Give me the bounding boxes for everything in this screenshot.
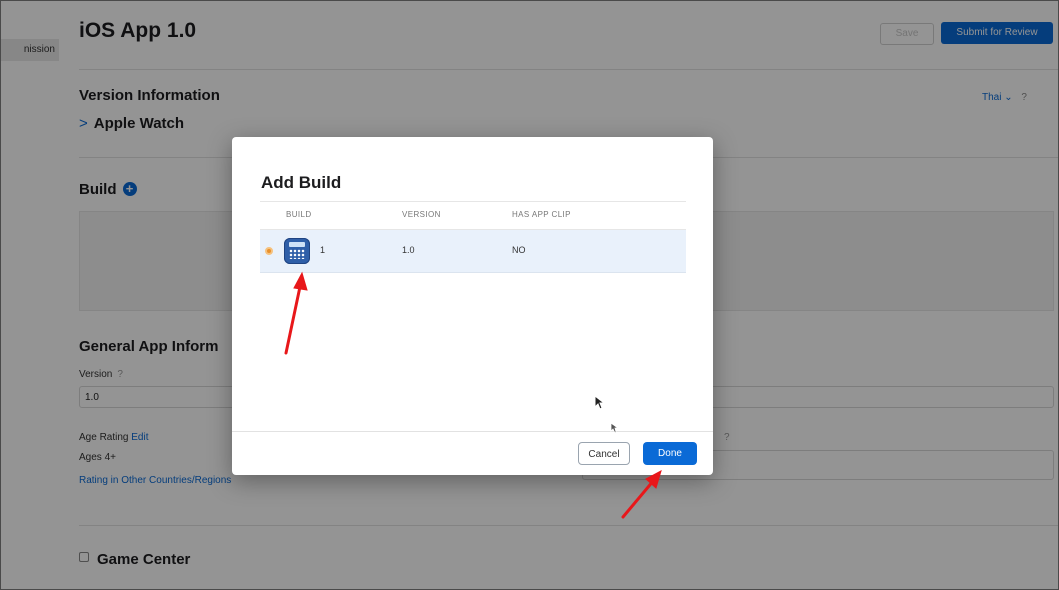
annotation-layer bbox=[284, 271, 662, 519]
mouse-cursor-icon bbox=[594, 395, 606, 410]
app-store-connect-window: nission iOS App 1.0 Save Submit for Revi… bbox=[0, 0, 1059, 590]
red-arrow-icon bbox=[284, 271, 308, 355]
red-arrow-icon bbox=[621, 469, 662, 519]
mouse-cursor-icon bbox=[610, 422, 620, 434]
